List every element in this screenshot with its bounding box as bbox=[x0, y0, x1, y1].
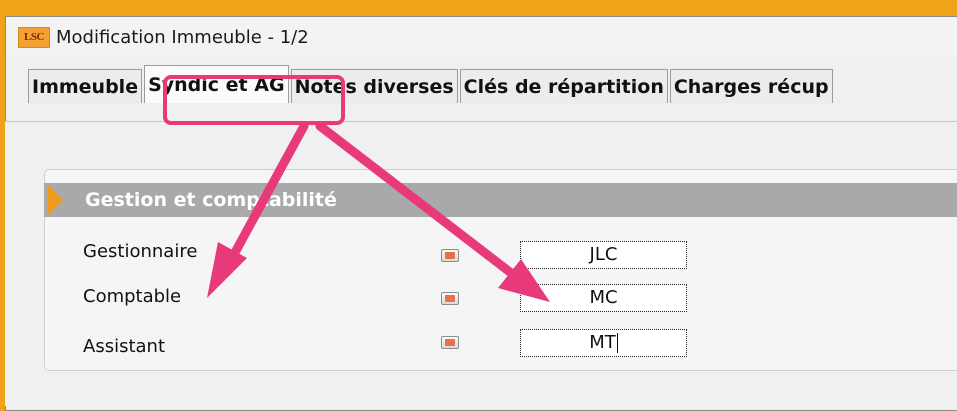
arrow-to-comptable bbox=[315, 121, 550, 302]
annotation-arrows bbox=[207, 121, 550, 302]
arrow-to-gestionnaire bbox=[207, 121, 309, 298]
